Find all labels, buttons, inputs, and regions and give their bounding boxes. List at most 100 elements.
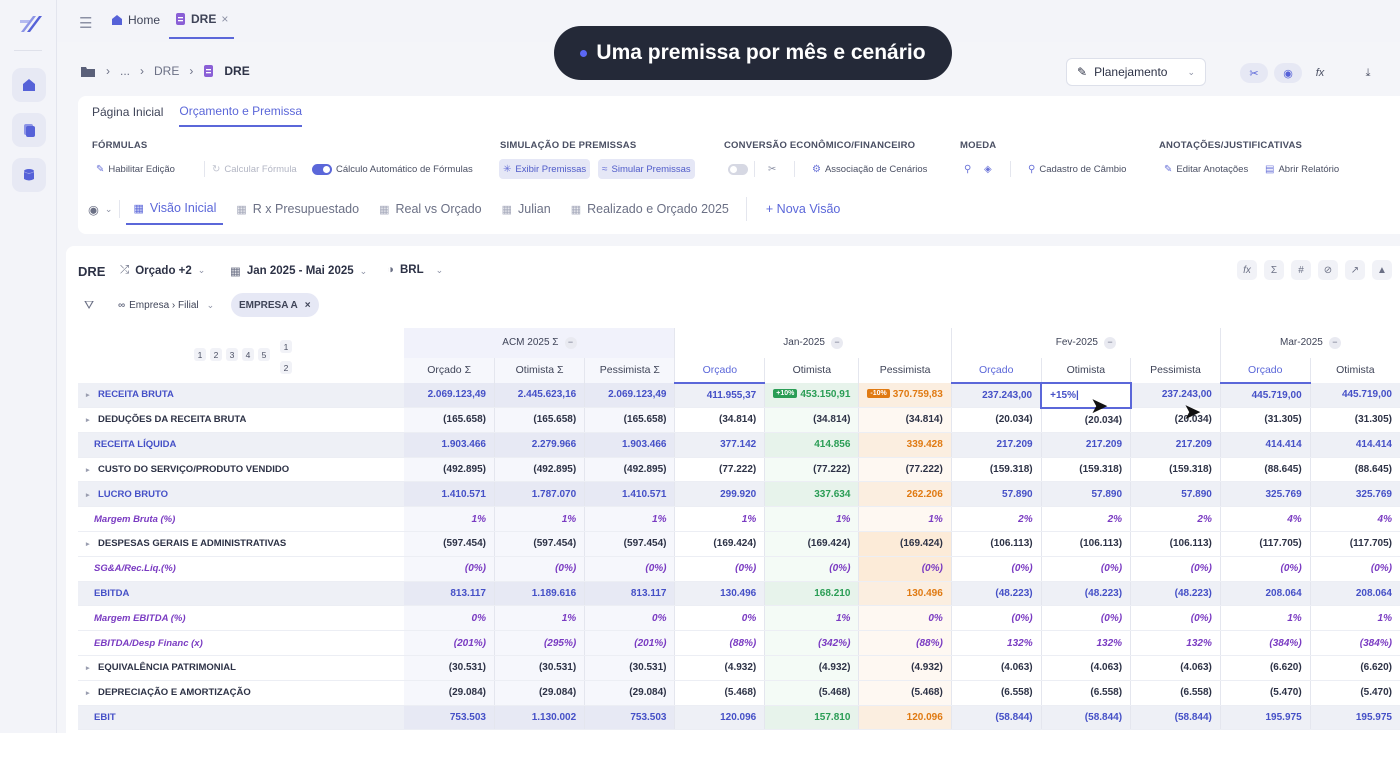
table-cell[interactable]: 130.496 xyxy=(674,581,765,607)
tab-dre[interactable]: DRE × xyxy=(169,0,235,39)
table-cell[interactable]: (492.895) xyxy=(404,457,495,483)
table-cell[interactable]: 1% xyxy=(1309,605,1400,632)
view-tab-real-vs-orcado[interactable]: ▦ Real vs Orçado xyxy=(372,193,489,225)
table-cell[interactable]: 1% xyxy=(674,506,765,533)
expand-icon[interactable]: ▸ xyxy=(86,664,92,672)
table-cell[interactable]: 0% xyxy=(584,605,675,632)
ribbon-tab-orcamento[interactable]: Orçamento e Premissa xyxy=(179,96,303,127)
table-cell[interactable]: (0%) xyxy=(404,556,495,582)
table-cell[interactable]: (31.305) xyxy=(1219,407,1311,433)
table-cell[interactable]: 195.975 xyxy=(1219,705,1311,731)
tab-home[interactable]: Home xyxy=(111,0,160,39)
table-cell[interactable]: (165.658) xyxy=(493,407,585,433)
table-cell[interactable]: (0%) xyxy=(950,556,1042,582)
table-cell[interactable]: (0%) xyxy=(1219,556,1311,582)
table-cell[interactable]: (159.318) xyxy=(1130,457,1221,483)
chart-icon[interactable]: ↗ xyxy=(1345,260,1365,280)
table-cell[interactable]: (0%) xyxy=(674,556,765,582)
table-cell[interactable]: (29.084) xyxy=(493,680,585,706)
table-cell[interactable]: 414.856 xyxy=(764,432,859,458)
table-cell[interactable]: 195.975 xyxy=(1309,705,1400,731)
row-label[interactable]: EBIT xyxy=(78,705,405,731)
table-cell[interactable]: (169.424) xyxy=(858,531,952,557)
table-cell[interactable]: (342%) xyxy=(764,630,859,657)
table-cell[interactable]: 208.064 xyxy=(1219,581,1311,607)
collapse-icon[interactable]: − xyxy=(1103,337,1116,349)
hide-icon[interactable]: ⊘ xyxy=(1318,260,1338,280)
table-cell[interactable]: (58.844) xyxy=(1130,705,1221,731)
table-cell[interactable]: 2% xyxy=(1130,506,1221,533)
table-row[interactable]: ▸ DESPESAS GERAIS E ADMINISTRATIVAS (597.4… xyxy=(78,531,1400,557)
table-cell[interactable]: 132% xyxy=(1040,630,1131,657)
table-cell[interactable]: 2.445.623,16 xyxy=(493,382,585,409)
view-button[interactable]: ◉ xyxy=(1274,63,1302,83)
table-cell[interactable]: 0% xyxy=(674,605,765,632)
moeda-search-button[interactable]: ⚲ xyxy=(960,159,975,179)
editar-anotacoes-button[interactable]: ✎ Editar Anotações xyxy=(1160,159,1252,179)
mode-select[interactable]: ✎ Planejamento ⌄ xyxy=(1066,58,1206,86)
table-cell[interactable]: (4.932) xyxy=(674,655,765,681)
table-cell[interactable]: 132% xyxy=(950,630,1042,657)
table-cell[interactable]: (58.844) xyxy=(950,705,1042,731)
table-cell[interactable]: (201%) xyxy=(404,630,495,657)
column-header[interactable]: Otimista xyxy=(1309,358,1400,383)
table-cell[interactable]: (88%) xyxy=(858,630,952,657)
row-label[interactable]: SG&A/Rec.Liq.(%) xyxy=(78,556,405,582)
tab-close-icon[interactable]: × xyxy=(221,12,228,26)
table-cell[interactable]: (77.222) xyxy=(764,457,859,483)
table-cell[interactable]: 1% xyxy=(1219,605,1311,632)
table-cell[interactable]: (295%) xyxy=(493,630,585,657)
table-cell[interactable]: (4.932) xyxy=(858,655,952,681)
table-cell[interactable]: (106.113) xyxy=(1130,531,1221,557)
period-select[interactable]: ▦ Jan 2025 - Mai 2025 ⌄ xyxy=(230,264,367,278)
table-cell[interactable]: (6.620) xyxy=(1309,655,1400,681)
table-cell[interactable]: 120.096 xyxy=(858,705,952,731)
table-cell[interactable]: (165.658) xyxy=(584,407,675,433)
table-cell[interactable]: (165.658) xyxy=(404,407,495,433)
table-cell[interactable]: (169.424) xyxy=(674,531,765,557)
fx-icon[interactable]: fx xyxy=(1237,260,1257,280)
scenario-select[interactable]: ⤮ Orçado +2 ⌄ xyxy=(120,264,205,277)
table-row[interactable]: ▸ CUSTO DO SERVIÇO/PRODUTO VENDIDO (492.89… xyxy=(78,457,1400,483)
table-cell[interactable]: (201%) xyxy=(584,630,675,657)
table-cell[interactable]: 411.955,37 xyxy=(674,382,765,409)
table-cell[interactable]: (4.063) xyxy=(1130,655,1221,681)
conversao-toggle[interactable] xyxy=(724,159,752,179)
table-cell[interactable]: (31.305) xyxy=(1309,407,1400,433)
table-cell[interactable]: 2.279.966 xyxy=(493,432,585,458)
sidebar-home-button[interactable] xyxy=(12,68,46,102)
table-cell[interactable]: 414.414 xyxy=(1309,432,1400,458)
table-cell[interactable]: 337.634 xyxy=(764,481,859,508)
table-cell[interactable]: (48.223) xyxy=(1130,581,1221,607)
currency-select[interactable]: ◑ BRL ⌄ xyxy=(387,264,443,276)
table-cell[interactable]: (492.895) xyxy=(584,457,675,483)
table-cell[interactable]: (88.645) xyxy=(1219,457,1311,483)
table-row[interactable]: RECEITA LÍQUIDA 1.903.466 2.279.966 1.903.4… xyxy=(78,432,1400,458)
column-header[interactable]: Orçado xyxy=(1219,358,1311,384)
table-cell[interactable]: (58.844) xyxy=(1040,705,1131,731)
table-cell[interactable]: (77.222) xyxy=(674,457,765,483)
formula-button[interactable]: fx xyxy=(1306,63,1334,83)
view-tab-visao-inicial[interactable]: ▦ Visão Inicial xyxy=(126,193,224,225)
table-cell[interactable]: 120.096 xyxy=(674,705,765,731)
filter-chip-empresa[interactable]: EMPRESA A × xyxy=(231,293,319,317)
table-cell[interactable]: (30.531) xyxy=(584,655,675,681)
table-cell[interactable]: 132% xyxy=(1130,630,1221,657)
table-cell[interactable]: 1% xyxy=(493,605,585,632)
table-row[interactable]: Margem Bruta (%) 1% 1% 1% 1% 1% 1% 2% 2% 2% 4% 4% xyxy=(78,506,1400,533)
table-row[interactable]: EBIT 753.503 1.130.002 753.503 120.096 157.81… xyxy=(78,705,1400,731)
table-cell[interactable]: (6.558) xyxy=(1130,680,1221,706)
table-row[interactable]: SG&A/Rec.Liq.(%) (0%) (0%) (0%) (0%) (0%) (0%)… xyxy=(78,556,1400,582)
table-cell[interactable]: 2.069.123,49 xyxy=(404,382,495,409)
table-cell[interactable]: (597.454) xyxy=(404,531,495,557)
breadcrumb-ellipsis[interactable]: ... xyxy=(120,64,130,78)
table-row[interactable]: Margem EBITDA (%) 0% 1% 0% 0% 1% 0% (0%) (0%) (0%… xyxy=(78,605,1400,632)
table-cell[interactable]: 2.069.123,49 xyxy=(584,382,675,409)
table-cell[interactable]: (6.558) xyxy=(950,680,1042,706)
row-label[interactable]: RECEITA LÍQUIDA xyxy=(78,432,405,458)
row-label[interactable]: Margem Bruta (%) xyxy=(78,506,405,533)
table-cell[interactable]: (88.645) xyxy=(1309,457,1400,483)
tools-button[interactable]: ✂ xyxy=(1240,63,1268,83)
table-cell[interactable]: (34.814) xyxy=(674,407,765,433)
row-label[interactable]: ▸ CUSTO DO SERVIÇO/PRODUTO VENDIDO xyxy=(78,457,405,483)
